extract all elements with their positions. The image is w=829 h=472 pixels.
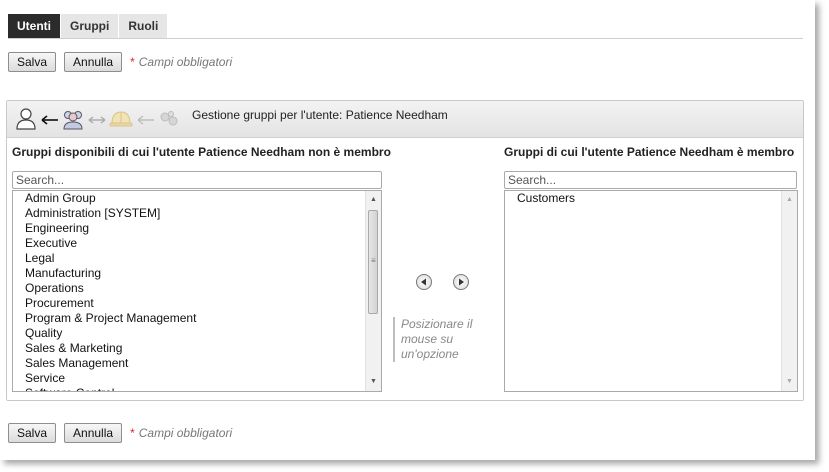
available-list-scrollbar[interactable]: ▲ ≡ ▼ — [365, 191, 381, 391]
relation-icons — [15, 107, 183, 134]
top-action-bar: Salva Annulla * Campi obbligatori — [8, 52, 232, 72]
scroll-up-arrow-icon[interactable]: ▲ — [782, 193, 797, 207]
triangle-right-icon — [459, 278, 464, 286]
scroll-down-arrow-icon[interactable]: ▼ — [782, 375, 797, 389]
list-item[interactable]: Legal — [13, 251, 381, 266]
scroll-up-arrow-icon[interactable]: ▲ — [366, 193, 381, 207]
arrow-left-icon — [135, 107, 155, 134]
tab-divider — [8, 38, 803, 39]
list-item[interactable]: Program & Project Management — [13, 311, 381, 326]
list-item[interactable]: Admin Group — [13, 191, 381, 206]
member-list-scrollbar[interactable]: ▲ ▼ — [781, 191, 797, 391]
role-helmet-icon — [109, 107, 133, 134]
move-right-button[interactable] — [453, 274, 469, 290]
save-button[interactable]: Salva — [8, 423, 57, 443]
panel-header: Gestione gruppi per l'utente: Patience N… — [7, 101, 803, 138]
scroll-down-arrow-icon[interactable]: ▼ — [366, 375, 381, 389]
required-fields-text: Campi obbligatori — [138, 426, 233, 440]
list-item[interactable]: Customers — [505, 191, 797, 206]
list-item[interactable]: Sales Management — [13, 356, 381, 371]
tab-bar: Utenti Gruppi Ruoli — [8, 14, 169, 38]
cancel-button[interactable]: Annulla — [64, 423, 123, 443]
arrow-left-icon — [39, 107, 59, 134]
tab-ruoli[interactable]: Ruoli — [119, 14, 169, 38]
list-item[interactable]: Operations — [13, 281, 381, 296]
member-groups-header: Gruppi di cui l'utente Patience Needham … — [504, 145, 795, 159]
required-fields-note: * Campi obbligatori — [130, 426, 232, 440]
panel-title: Gestione gruppi per l'utente: Patience N… — [192, 108, 448, 122]
list-item[interactable]: Executive — [13, 236, 381, 251]
window: Utenti Gruppi Ruoli Salva Annulla * Campi… — [0, 0, 815, 460]
list-item[interactable]: Service — [13, 371, 381, 386]
required-fields-note: * Campi obbligatori — [130, 55, 232, 69]
member-groups-list[interactable]: Customers ▲ ▼ — [504, 190, 798, 392]
list-item[interactable]: Engineering — [13, 221, 381, 236]
move-left-button[interactable] — [416, 274, 432, 290]
tab-utenti[interactable]: Utenti — [8, 14, 61, 38]
double-arrow-icon — [87, 107, 107, 134]
tab-gruppi[interactable]: Gruppi — [61, 14, 120, 38]
group-icon — [61, 107, 85, 134]
list-item[interactable]: Sales & Marketing — [13, 341, 381, 356]
required-star: * — [130, 426, 135, 440]
scrollbar-thumb[interactable]: ≡ — [368, 210, 378, 314]
list-item[interactable]: Manufacturing — [13, 266, 381, 281]
triangle-left-icon — [421, 278, 426, 286]
group-management-panel: Gestione gruppi per l'utente: Patience N… — [6, 100, 804, 401]
required-fields-text: Campi obbligatori — [138, 55, 233, 69]
available-groups-header: Gruppi disponibili di cui l'utente Patie… — [12, 145, 391, 159]
list-item[interactable]: Software Control — [13, 386, 381, 391]
user-icon — [15, 107, 37, 134]
list-item[interactable]: Administration [SYSTEM] — [13, 206, 381, 221]
bottom-action-bar: Salva Annulla * Campi obbligatori — [8, 423, 232, 443]
available-groups-list[interactable]: Admin Group Administration [SYSTEM] Engine… — [12, 190, 382, 392]
hover-hint: Posizionare il mouse su un'opzione — [393, 317, 491, 362]
required-star: * — [130, 55, 135, 69]
available-search-input[interactable] — [12, 171, 382, 189]
list-item[interactable]: Quality — [13, 326, 381, 341]
save-button[interactable]: Salva — [8, 52, 57, 72]
list-item[interactable]: Procurement — [13, 296, 381, 311]
member-search-input[interactable] — [504, 171, 797, 189]
permissions-icon — [157, 107, 181, 134]
cancel-button[interactable]: Annulla — [64, 52, 123, 72]
